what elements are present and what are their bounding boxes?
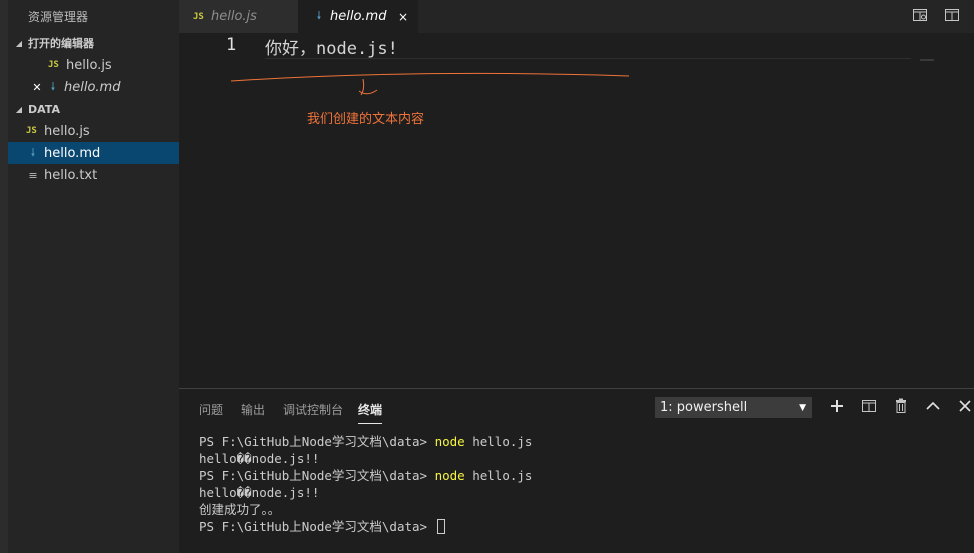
markdown-file-icon: 🠗 bbox=[50, 79, 56, 93]
tab-hello-js[interactable]: JS hello.js bbox=[179, 0, 298, 33]
new-terminal-icon[interactable] bbox=[829, 398, 845, 414]
markdown-file-icon: 🠗 bbox=[316, 9, 322, 22]
terminal-prompt: PS F:\GitHub上Node学习文档\data> bbox=[199, 468, 435, 483]
editor-actions bbox=[912, 7, 960, 23]
file-label: hello.txt bbox=[44, 167, 98, 183]
terminal-line: 创建成功了。。 bbox=[199, 502, 281, 517]
open-editor-label: hello.md bbox=[64, 79, 121, 95]
terminal-line: hello��node.js!! bbox=[199, 451, 320, 466]
panel-tab-output[interactable]: 输出 bbox=[241, 401, 265, 418]
chevron-down-icon: ◢ bbox=[15, 104, 23, 114]
annotation-text: 我们创建的文本内容 bbox=[307, 112, 425, 127]
file-item-hello-js[interactable]: JS hello.js bbox=[8, 120, 179, 142]
split-editor-icon[interactable] bbox=[944, 7, 960, 23]
terminal-output[interactable]: PS F:\GitHub上Node学习文档\data> node hello.j… bbox=[199, 433, 532, 535]
file-item-hello-md[interactable]: 🠗 hello.md bbox=[8, 142, 179, 164]
terminal-cursor bbox=[436, 519, 445, 534]
annotation-underline-arrow bbox=[230, 72, 630, 96]
open-editors-label: 打开的编辑器 bbox=[28, 37, 94, 50]
panel-tab-terminal[interactable]: 终端 bbox=[358, 401, 383, 424]
terminal-command: node bbox=[434, 434, 465, 449]
sidebar-edge bbox=[0, 0, 8, 553]
folder-label: DATA bbox=[28, 102, 60, 116]
file-label: hello.md bbox=[44, 145, 101, 161]
markdown-file-icon: 🠗 bbox=[30, 145, 36, 159]
terminal-prompt: PS F:\GitHub上Node学习文档\data> bbox=[199, 519, 435, 534]
tab-hello-md[interactable]: 🠗 hello.md × bbox=[298, 0, 418, 33]
open-editor-item-hello-js[interactable]: JS hello.js bbox=[8, 54, 179, 76]
explorer-title: 资源管理器 bbox=[28, 10, 89, 24]
close-icon[interactable]: ✕ bbox=[30, 81, 44, 94]
terminal-prompt: PS F:\GitHub上Node学习文档\data> bbox=[199, 434, 435, 449]
editor-line-text[interactable]: 你好，node.js! bbox=[265, 34, 398, 59]
js-file-icon: JS bbox=[48, 60, 59, 70]
text-file-icon: ≡ bbox=[28, 168, 38, 182]
dropdown-arrow-icon: ▼ bbox=[799, 402, 806, 413]
tab-label: hello.js bbox=[211, 9, 257, 24]
trash-icon[interactable] bbox=[893, 398, 909, 414]
maximize-panel-icon[interactable] bbox=[925, 398, 941, 414]
terminal-args: hello.js bbox=[464, 434, 533, 449]
terminal-select-value: 1: powershell bbox=[660, 400, 748, 415]
tab-close-icon[interactable]: × bbox=[398, 10, 408, 24]
editor-area[interactable]: 1 你好，node.js! 我们创建的文本内容 bbox=[179, 33, 974, 388]
panel-tab-problems[interactable]: 问题 bbox=[199, 401, 223, 418]
panel-tab-debug-console[interactable]: 调试控制台 bbox=[283, 401, 343, 418]
line-number: 1 bbox=[226, 35, 237, 55]
terminal-line: PS F:\GitHub上Node学习文档\data> bbox=[199, 518, 532, 535]
chevron-down-icon: ◢ bbox=[15, 38, 23, 48]
terminal-args: hello.js bbox=[464, 468, 533, 483]
panel-actions bbox=[829, 398, 973, 414]
bottom-panel: 问题 输出 调试控制台 终端 1: powershell ▼ PS F:\Git… bbox=[179, 388, 974, 553]
terminal-command: node bbox=[434, 468, 465, 483]
tab-label: hello.md bbox=[330, 9, 387, 24]
terminal-line: hello��node.js!! bbox=[199, 485, 320, 500]
overview-ruler-mark bbox=[920, 59, 934, 61]
split-terminal-icon[interactable] bbox=[861, 398, 877, 414]
file-label: hello.js bbox=[44, 123, 90, 139]
close-panel-icon[interactable] bbox=[957, 398, 973, 414]
open-editor-label: hello.js bbox=[66, 57, 112, 73]
terminal-line: PS F:\GitHub上Node学习文档\data> node hello.j… bbox=[199, 467, 532, 484]
file-item-hello-txt[interactable]: ≡ hello.txt bbox=[8, 164, 179, 186]
explorer-sidebar: 资源管理器 ◢ 打开的编辑器 JS hello.js ✕ 🠗 hello.md … bbox=[0, 0, 179, 553]
terminal-line: PS F:\GitHub上Node学习文档\data> node hello.j… bbox=[199, 433, 532, 450]
folder-header-data[interactable]: ◢ DATA bbox=[8, 98, 179, 120]
open-editor-item-hello-md[interactable]: ✕ 🠗 hello.md bbox=[8, 76, 179, 98]
js-file-icon: JS bbox=[26, 126, 37, 136]
editor-tab-bar: JS hello.js 🠗 hello.md × bbox=[179, 0, 974, 33]
open-preview-icon[interactable] bbox=[912, 7, 928, 23]
open-editors-header[interactable]: ◢ 打开的编辑器 bbox=[8, 32, 179, 54]
js-file-icon: JS bbox=[193, 11, 204, 22]
terminal-select[interactable]: 1: powershell ▼ bbox=[655, 397, 812, 418]
